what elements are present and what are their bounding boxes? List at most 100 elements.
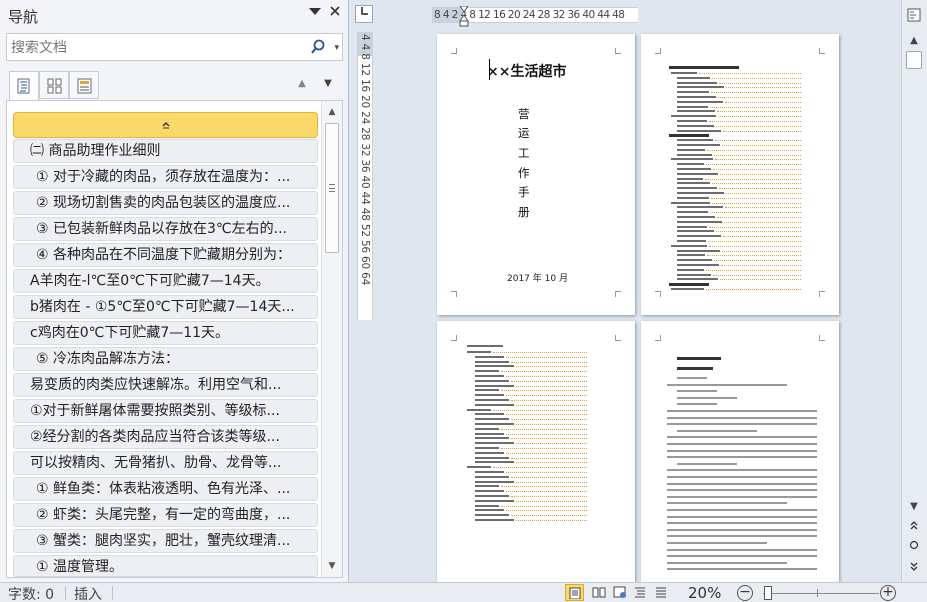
- vertical-ruler[interactable]: 4 4 8 12 16 20 24 28 32 36 40 44 48 52 5…: [357, 32, 373, 320]
- miniature-text-line: [677, 357, 721, 360]
- miniature-text-line: [712, 202, 801, 204]
- miniature-text-line: [722, 250, 801, 252]
- miniature-text-line: [506, 433, 587, 435]
- miniature-text-line: [506, 452, 587, 454]
- nav-scroll-thumb[interactable]: [325, 123, 339, 253]
- zoom-in-button[interactable]: +: [880, 585, 896, 601]
- miniature-text-line: [710, 106, 801, 108]
- nav-heading-item[interactable]: ① 温度管理。: [13, 555, 318, 577]
- outline-view-button[interactable]: [631, 584, 650, 601]
- nav-heading-item[interactable]: ③ 蟹类：腿肉坚实，肥壮，蟹壳纹理清...: [13, 529, 318, 553]
- zoom-slider[interactable]: [763, 593, 879, 594]
- nav-heading-item[interactable]: c鸡肉在0℃下可贮藏7—11天。: [13, 321, 318, 345]
- miniature-text-line: [677, 196, 709, 199]
- tab-selector-button[interactable]: [355, 5, 373, 23]
- miniature-text-line: [475, 355, 504, 358]
- print-layout-view-button[interactable]: [565, 584, 584, 601]
- nav-heading-item[interactable]: ① 对于冷藏的肉品，须存放在温度为：...: [13, 165, 318, 189]
- miniature-text-line: [493, 352, 587, 353]
- nav-heading-item[interactable]: ④ 各种肉品在不同温度下贮藏期分别为：: [13, 243, 318, 267]
- miniature-text-line: [677, 429, 757, 432]
- miniature-text-line: [677, 91, 709, 94]
- scroll-up-arrow-icon[interactable]: ▲: [322, 103, 342, 121]
- draft-view-button[interactable]: [652, 584, 671, 601]
- scroll-down-arrow-icon[interactable]: ▼: [322, 557, 342, 575]
- scroll-down-button[interactable]: ▼: [905, 499, 923, 515]
- horizontal-ruler[interactable]: 8 4 2 4 8 12 16 20 24 28 32 36 40 44 48: [432, 6, 638, 27]
- miniature-text-line: [677, 192, 724, 194]
- miniature-text-line: [677, 249, 720, 252]
- miniature-text-line: [699, 73, 801, 74]
- scroll-up-button[interactable]: ▲: [905, 33, 923, 49]
- next-result-button[interactable]: ▼: [320, 76, 336, 92]
- search-options-icon[interactable]: ▾: [334, 38, 339, 58]
- nav-heading-item[interactable]: ㈡ 商品助理作业细则: [13, 139, 318, 163]
- miniature-text-line: [506, 414, 587, 416]
- select-browse-object-button[interactable]: [905, 540, 923, 556]
- miniature-text-line: [711, 92, 801, 94]
- previous-page-button[interactable]: [905, 519, 923, 535]
- nav-heading-item[interactable]: ①对于新鲜屠体需要按照类别、等级标...: [13, 399, 318, 423]
- word-count[interactable]: 字数: 0: [8, 584, 54, 602]
- miniature-text-line: [669, 134, 709, 138]
- miniature-text-line: [677, 148, 705, 151]
- nav-heading-item[interactable]: ③ 已包装新鲜肉品以存放在3℃左右的...: [13, 217, 318, 241]
- ruler-toggle-button[interactable]: [905, 8, 923, 24]
- previous-result-button[interactable]: ▲: [294, 76, 310, 92]
- page-4[interactable]: [641, 321, 839, 582]
- pane-options-button[interactable]: [306, 3, 324, 23]
- document-scroll-thumb[interactable]: [906, 51, 922, 69]
- zoom-out-button[interactable]: −: [737, 585, 753, 601]
- tab-headings[interactable]: [9, 71, 39, 101]
- miniature-text-line: [511, 515, 587, 517]
- full-screen-reading-view-button[interactable]: [589, 584, 608, 601]
- miniature-text-line: [709, 226, 801, 228]
- headings-icon: [17, 78, 30, 94]
- miniature-text-line: [671, 244, 707, 247]
- zoom-slider-thumb[interactable]: [764, 586, 772, 600]
- miniature-text-line: [501, 390, 587, 392]
- miniature-text-line: [667, 416, 817, 419]
- miniature-text-line: [669, 66, 739, 69]
- nav-heading-item[interactable]: 易变质的肉类应快速解冻。利用空气和...: [13, 373, 318, 397]
- miniature-text-line: [493, 409, 587, 411]
- miniature-text-line: [475, 399, 509, 401]
- miniature-text-line: [713, 169, 801, 170]
- search-input[interactable]: [11, 38, 291, 58]
- tab-pages[interactable]: [39, 71, 69, 99]
- tab-results[interactable]: [69, 71, 99, 99]
- miniature-text-line: [720, 173, 801, 175]
- nav-scrollbar[interactable]: ▲ ▼: [321, 101, 342, 577]
- vertical-ruler-ticks: 4 4 8 12 16 20 24 28 32 36 40 44 48 52 5…: [359, 34, 371, 286]
- miniature-text-line: [475, 509, 504, 512]
- page-2[interactable]: [641, 34, 839, 315]
- web-layout-view-button[interactable]: [610, 584, 629, 601]
- nav-heading-item[interactable]: ⑤ 冷冻肉品解冻方法：: [13, 347, 318, 371]
- nav-heading-item[interactable]: b猪肉在 - ①5℃至0℃下可贮藏7—14天...: [13, 295, 318, 319]
- nav-heading-item[interactable]: A羊肉在-l℃至0℃下可贮藏7—14天。: [13, 269, 318, 293]
- collapse-heading-button[interactable]: [13, 112, 318, 138]
- indent-marker-icon[interactable]: [459, 6, 469, 28]
- nav-heading-item[interactable]: 可以按精肉、无骨猪扒、肋骨、龙骨等...: [13, 451, 318, 475]
- search-icon[interactable]: [310, 38, 326, 56]
- insert-mode-indicator[interactable]: 插入: [74, 584, 102, 602]
- miniature-text-line: [677, 187, 717, 190]
- page-1[interactable]: ××生活超市 营 运 工 作 手 册 2017 年 10 月: [437, 34, 635, 315]
- miniature-text-line: [705, 178, 801, 180]
- nav-heading-item[interactable]: ② 现场切割售卖的肉品包装区的温度应...: [13, 191, 318, 215]
- miniature-text-line: [677, 163, 704, 166]
- miniature-text-line: [677, 403, 717, 406]
- miniature-text-line: [708, 241, 801, 242]
- nav-heading-item[interactable]: ② 虾类：头尾完整，有一定的弯曲度，...: [13, 503, 318, 527]
- page-3[interactable]: [437, 321, 635, 582]
- nav-heading-item[interactable]: ②经分割的各类肉品应当符合该类等级...: [13, 425, 318, 449]
- miniature-text-line: [726, 87, 801, 89]
- miniature-text-line: [677, 273, 711, 276]
- cover-vertical-char: 手: [518, 185, 530, 199]
- document-scrollbar[interactable]: ▲ ▼: [901, 0, 927, 582]
- next-page-button[interactable]: [905, 561, 923, 577]
- miniature-text-line: [677, 211, 708, 214]
- close-pane-button[interactable]: [326, 3, 344, 23]
- nav-heading-item[interactable]: ① 鲜鱼类：体表粘液透明、色有光泽、...: [13, 477, 318, 501]
- zoom-level[interactable]: 20%: [688, 584, 721, 602]
